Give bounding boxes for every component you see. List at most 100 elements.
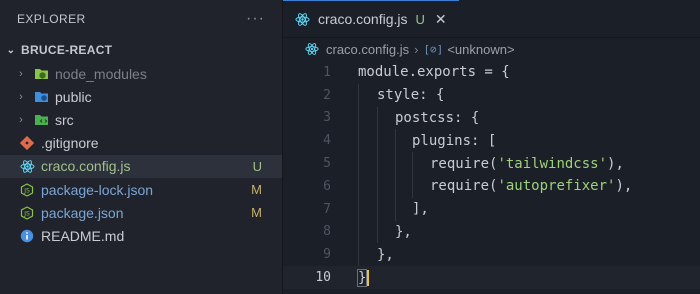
tree-item-public[interactable]: › public — [0, 85, 282, 108]
code-text: }, — [377, 246, 394, 263]
indent-guide — [358, 243, 359, 267]
indent-guide — [358, 197, 359, 221]
svg-text:JS: JS — [23, 187, 30, 194]
react-icon — [305, 42, 319, 56]
line-number: 10 — [315, 270, 331, 286]
folder-public-icon — [33, 89, 49, 105]
breadcrumb-file[interactable]: craco.config.js — [326, 42, 409, 57]
tree-item-label: .gitignore — [41, 135, 99, 152]
code-text: style: { — [377, 87, 445, 104]
code-text: plugins: [ — [412, 132, 497, 149]
editor-pane: craco.config.js U ✕ craco.config.js › [⊘… — [283, 0, 700, 294]
modified-badge: M — [251, 205, 262, 221]
code-text: require('tailwindcss'), — [430, 155, 624, 172]
react-icon — [295, 12, 310, 27]
indent-guide — [358, 129, 359, 153]
project-section-header[interactable]: ⌄ BRUCE-REACT — [0, 38, 282, 62]
indent-guide — [358, 174, 359, 198]
indent-guide — [395, 197, 396, 221]
line-number: 1 — [323, 64, 331, 80]
code-line: 5 require('tailwindcss'), — [283, 152, 700, 175]
code-line-active: 10 } — [283, 266, 700, 289]
line-number: 5 — [323, 156, 331, 172]
folder-src-icon — [33, 112, 49, 128]
code-line: 4 plugins: [ — [283, 129, 700, 153]
indent-guide — [377, 106, 378, 130]
indent-guide — [377, 129, 378, 153]
indent-guide — [412, 152, 413, 175]
react-icon — [19, 158, 35, 174]
indent-guide — [358, 83, 359, 107]
line-number: 8 — [323, 224, 331, 240]
tree-item-label: README.md — [41, 227, 125, 244]
code-editor[interactable]: 1 module.exports = { 2 style: { 3 postcs… — [283, 61, 700, 289]
indent-guide — [377, 220, 378, 244]
untracked-badge: U — [415, 11, 425, 27]
tree-item-craco-config[interactable]: craco.config.js U — [0, 154, 282, 178]
tree-item-src[interactable]: › src — [0, 108, 282, 131]
modified-badge: M — [251, 182, 262, 198]
tree-item-label: node_modules — [55, 65, 147, 82]
indent-guide — [395, 152, 396, 175]
breadcrumb: craco.config.js › [⊘] <unknown> — [283, 38, 700, 60]
indent-guide — [358, 152, 359, 175]
tree-item-label: package-lock.json — [41, 181, 154, 198]
tree-item-label: public — [55, 88, 92, 105]
tree-item-package-json[interactable]: JS package.json M — [0, 201, 282, 224]
code-text: module.exports = { — [358, 64, 510, 81]
line-number: 2 — [323, 87, 331, 103]
line-number: 9 — [323, 247, 331, 263]
chevron-right-icon[interactable]: › — [14, 114, 28, 126]
chevron-right-icon[interactable]: › — [14, 68, 28, 80]
line-number: 7 — [323, 201, 331, 217]
line-number: 4 — [323, 133, 331, 149]
code-line: 8 }, — [283, 220, 700, 244]
tree-item-label: src — [55, 111, 74, 128]
svg-text:JS: JS — [23, 210, 30, 217]
chevron-right-icon[interactable]: › — [14, 91, 28, 103]
line-number: 6 — [323, 178, 331, 194]
js-icon: JS — [19, 205, 35, 221]
code-text: require('autoprefixer'), — [430, 178, 633, 195]
tree-item-package-lock[interactable]: JS package-lock.json M — [0, 178, 282, 201]
indent-guide — [377, 174, 378, 198]
tree-item-label: package.json — [41, 204, 124, 221]
tab-label: craco.config.js — [318, 11, 408, 27]
folder-node-icon — [33, 66, 49, 82]
project-name: BRUCE-REACT — [21, 43, 113, 57]
code-line: 6 require('autoprefixer'), — [283, 174, 700, 198]
code-text: } — [356, 268, 370, 287]
tree-item-node-modules[interactable]: › node_modules — [0, 62, 282, 85]
code-text: }, — [395, 223, 412, 240]
tab-craco-config[interactable]: craco.config.js U ✕ — [283, 0, 459, 37]
code-line: 3 postcss: { — [283, 106, 700, 130]
more-actions-icon[interactable]: ··· — [246, 10, 265, 28]
chevron-down-icon: ⌄ — [6, 44, 16, 56]
js-icon: JS — [19, 182, 35, 198]
info-icon — [19, 228, 35, 244]
indent-guide — [377, 152, 378, 175]
vscode-window: EXPLORER ··· ⌄ BRUCE-REACT › node_module… — [0, 0, 700, 294]
chevron-right-icon: › — [414, 41, 419, 57]
git-icon — [19, 135, 35, 151]
explorer-title: EXPLORER — [17, 12, 86, 26]
code-line: 7 ], — [283, 197, 700, 221]
indent-guide — [412, 174, 413, 198]
variable-symbol-icon: [⊘] — [423, 42, 444, 56]
indent-guide — [358, 106, 359, 130]
indent-guide — [395, 129, 396, 153]
explorer-header: EXPLORER ··· — [0, 0, 282, 38]
indent-guide — [395, 174, 396, 198]
close-icon[interactable]: ✕ — [435, 11, 447, 28]
indent-guide — [358, 220, 359, 244]
tree-item-gitignore[interactable]: .gitignore — [0, 132, 282, 155]
tab-bar: craco.config.js U ✕ — [283, 0, 700, 38]
breadcrumb-symbol[interactable]: <unknown> — [447, 42, 514, 57]
code-line: 2 style: { — [283, 83, 700, 107]
code-line: 1 module.exports = { — [283, 61, 700, 84]
line-number: 3 — [323, 110, 331, 126]
tree-item-label: craco.config.js — [41, 158, 131, 175]
code-text: ], — [412, 201, 429, 218]
tree-item-readme[interactable]: README.md — [0, 224, 282, 247]
indent-guide — [377, 197, 378, 221]
